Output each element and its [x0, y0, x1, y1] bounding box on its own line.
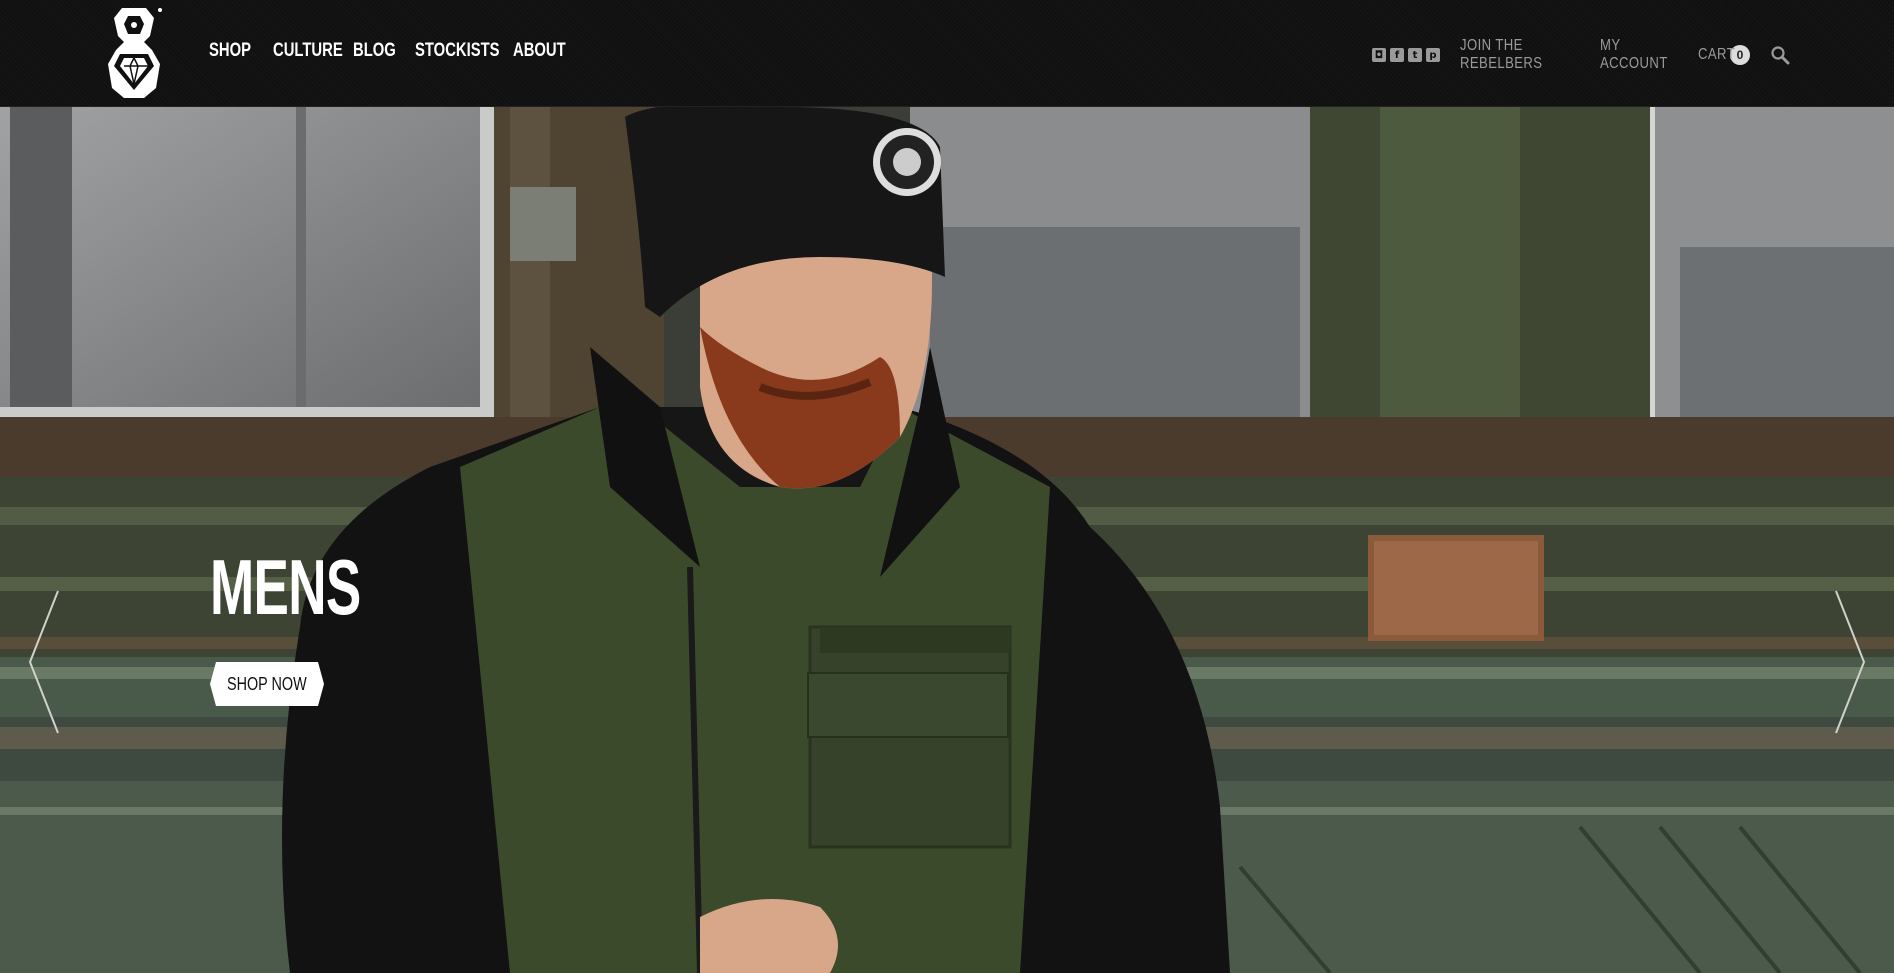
rebel8-logo[interactable]: [104, 4, 164, 100]
facebook-icon[interactable]: f: [1390, 48, 1404, 62]
slider-next-arrow-icon[interactable]: [1828, 587, 1868, 737]
utility-bar: ◘ f t p JOIN THE REBELBERS MY ACCOUNT CA…: [1372, 37, 1790, 72]
search-icon[interactable]: [1770, 45, 1790, 65]
hero-image: [0, 107, 1894, 973]
nav-shop[interactable]: SHOP: [209, 40, 251, 62]
my-account-link[interactable]: MY ACCOUNT: [1600, 37, 1667, 73]
nav-blog[interactable]: BLOG: [353, 40, 396, 62]
pinterest-icon[interactable]: p: [1426, 48, 1440, 62]
cart-link[interactable]: CART: [1698, 46, 1735, 64]
twitter-icon[interactable]: t: [1408, 48, 1422, 62]
instagram-icon[interactable]: ◘: [1372, 48, 1386, 62]
site-header: SHOP CULTURE BLOG STOCKISTS ABOUT ◘ f t …: [0, 0, 1894, 107]
nav-about[interactable]: ABOUT: [513, 40, 566, 62]
join-rebelbers-link[interactable]: JOIN THE REBELBERS: [1460, 37, 1563, 73]
nav-stockists[interactable]: STOCKISTS: [415, 40, 500, 62]
hero-slider: MENS SHOP NOW: [0, 107, 1894, 973]
shop-now-label: SHOP NOW: [227, 673, 307, 694]
hero-title: MENS: [210, 543, 361, 631]
slider-prev-arrow-icon[interactable]: [26, 587, 66, 737]
nav-culture[interactable]: CULTURE: [273, 40, 343, 62]
shop-now-button[interactable]: SHOP NOW: [210, 662, 324, 706]
social-links: ◘ f t p: [1372, 48, 1440, 62]
main-nav: SHOP CULTURE BLOG STOCKISTS ABOUT: [209, 40, 585, 62]
